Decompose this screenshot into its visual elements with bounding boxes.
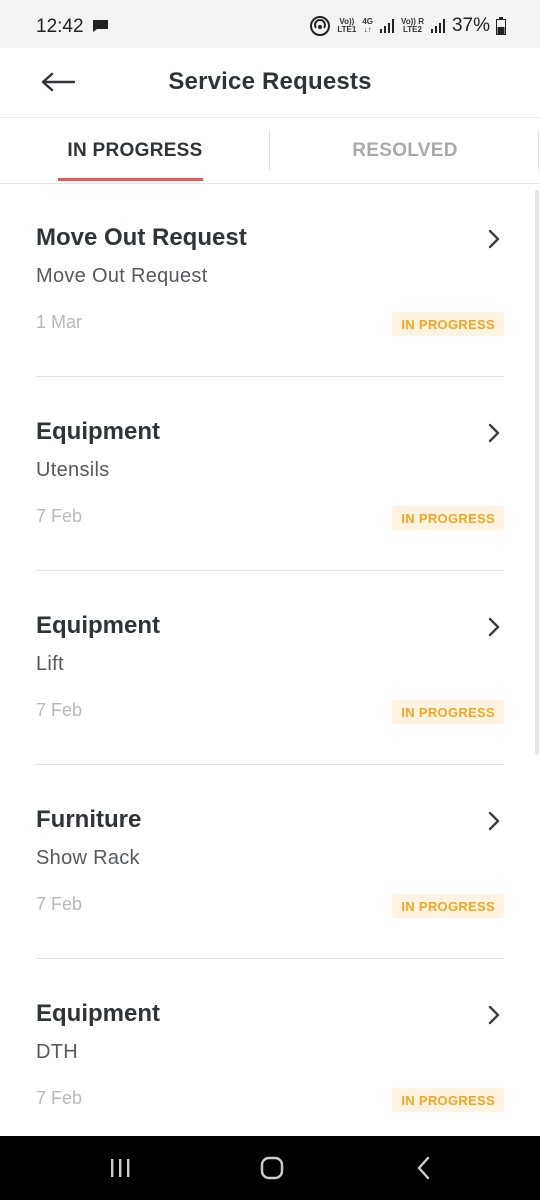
- recent-apps-icon: [111, 1159, 130, 1177]
- status-badge: IN PROGRESS: [392, 700, 504, 724]
- chevron-right-icon: [488, 617, 500, 637]
- message-icon: [93, 20, 108, 32]
- home-button[interactable]: [256, 1154, 288, 1182]
- request-title: Equipment: [36, 418, 160, 445]
- battery-icon: [496, 17, 506, 35]
- request-subtitle: Show Rack: [36, 847, 140, 869]
- status-badge: IN PROGRESS: [392, 312, 504, 336]
- signal-icon: [379, 19, 394, 33]
- request-subtitle: Lift: [36, 653, 64, 675]
- request-subtitle: Utensils: [36, 459, 110, 481]
- app-header: Service Requests: [0, 48, 540, 118]
- status-badge: IN PROGRESS: [392, 1088, 504, 1112]
- chevron-right-icon: [488, 1005, 500, 1025]
- network-type: 4G ↓↑: [362, 17, 373, 34]
- status-badge: IN PROGRESS: [392, 894, 504, 918]
- system-back-button[interactable]: [408, 1154, 440, 1182]
- request-title: Equipment: [36, 612, 160, 639]
- request-list[interactable]: Move Out Request Move Out Request 1 Mar …: [0, 184, 540, 1136]
- signal-icon-2: [430, 19, 445, 33]
- divider: [36, 764, 504, 765]
- request-date: 7 Feb: [36, 700, 83, 720]
- back-icon: [417, 1156, 430, 1180]
- request-card[interactable]: Equipment Utensils 7 Feb IN PROGRESS: [0, 378, 540, 572]
- chevron-right-icon: [488, 423, 500, 443]
- tab-in-progress[interactable]: IN PROGRESS: [0, 118, 270, 184]
- system-nav-bar: [0, 1136, 540, 1200]
- request-title: Equipment: [36, 1000, 160, 1027]
- request-date: 7 Feb: [36, 894, 83, 914]
- request-subtitle: DTH: [36, 1041, 79, 1063]
- request-title: Furniture: [36, 806, 142, 833]
- sim1-label: Vo)) LTE1: [337, 17, 357, 34]
- request-date: 1 Mar: [36, 312, 83, 332]
- request-card[interactable]: Move Out Request Move Out Request 1 Mar …: [0, 184, 540, 378]
- status-badge: IN PROGRESS: [392, 506, 504, 530]
- status-bar: 12:42 Vo)) LTE1 4G ↓↑ Vo)) R LTE2 37%: [0, 0, 540, 48]
- tab-divider-right: [538, 130, 539, 170]
- recent-apps-button[interactable]: [104, 1154, 136, 1182]
- request-card[interactable]: Equipment DTH 7 Feb IN PROGRESS: [0, 960, 540, 1136]
- request-date: 7 Feb: [36, 1088, 83, 1108]
- request-subtitle: Move Out Request: [36, 265, 208, 287]
- home-icon: [260, 1156, 284, 1180]
- divider: [36, 958, 504, 959]
- status-icons: Vo)) LTE1 4G ↓↑ Vo)) R LTE2 37%: [309, 14, 506, 38]
- request-card[interactable]: Furniture Show Rack 7 Feb IN PROGRESS: [0, 766, 540, 960]
- battery-percent: 37%: [451, 15, 490, 36]
- divider: [36, 376, 504, 377]
- request-card[interactable]: Equipment Lift 7 Feb IN PROGRESS: [0, 572, 540, 766]
- chevron-right-icon: [488, 811, 500, 831]
- tab-bar: IN PROGRESS RESOLVED: [0, 118, 540, 184]
- status-time: 12:42: [36, 16, 84, 37]
- chevron-right-icon: [488, 229, 500, 249]
- sim2-label: Vo)) R LTE2: [400, 17, 424, 34]
- page-title: Service Requests: [168, 68, 372, 95]
- request-date: 7 Feb: [36, 506, 83, 526]
- request-title: Move Out Request: [36, 224, 247, 251]
- tab-resolved[interactable]: RESOLVED: [270, 118, 540, 184]
- divider: [36, 570, 504, 571]
- hotspot-icon: [310, 16, 331, 36]
- scrollbar[interactable]: [535, 190, 539, 755]
- active-tab-indicator: [58, 178, 203, 181]
